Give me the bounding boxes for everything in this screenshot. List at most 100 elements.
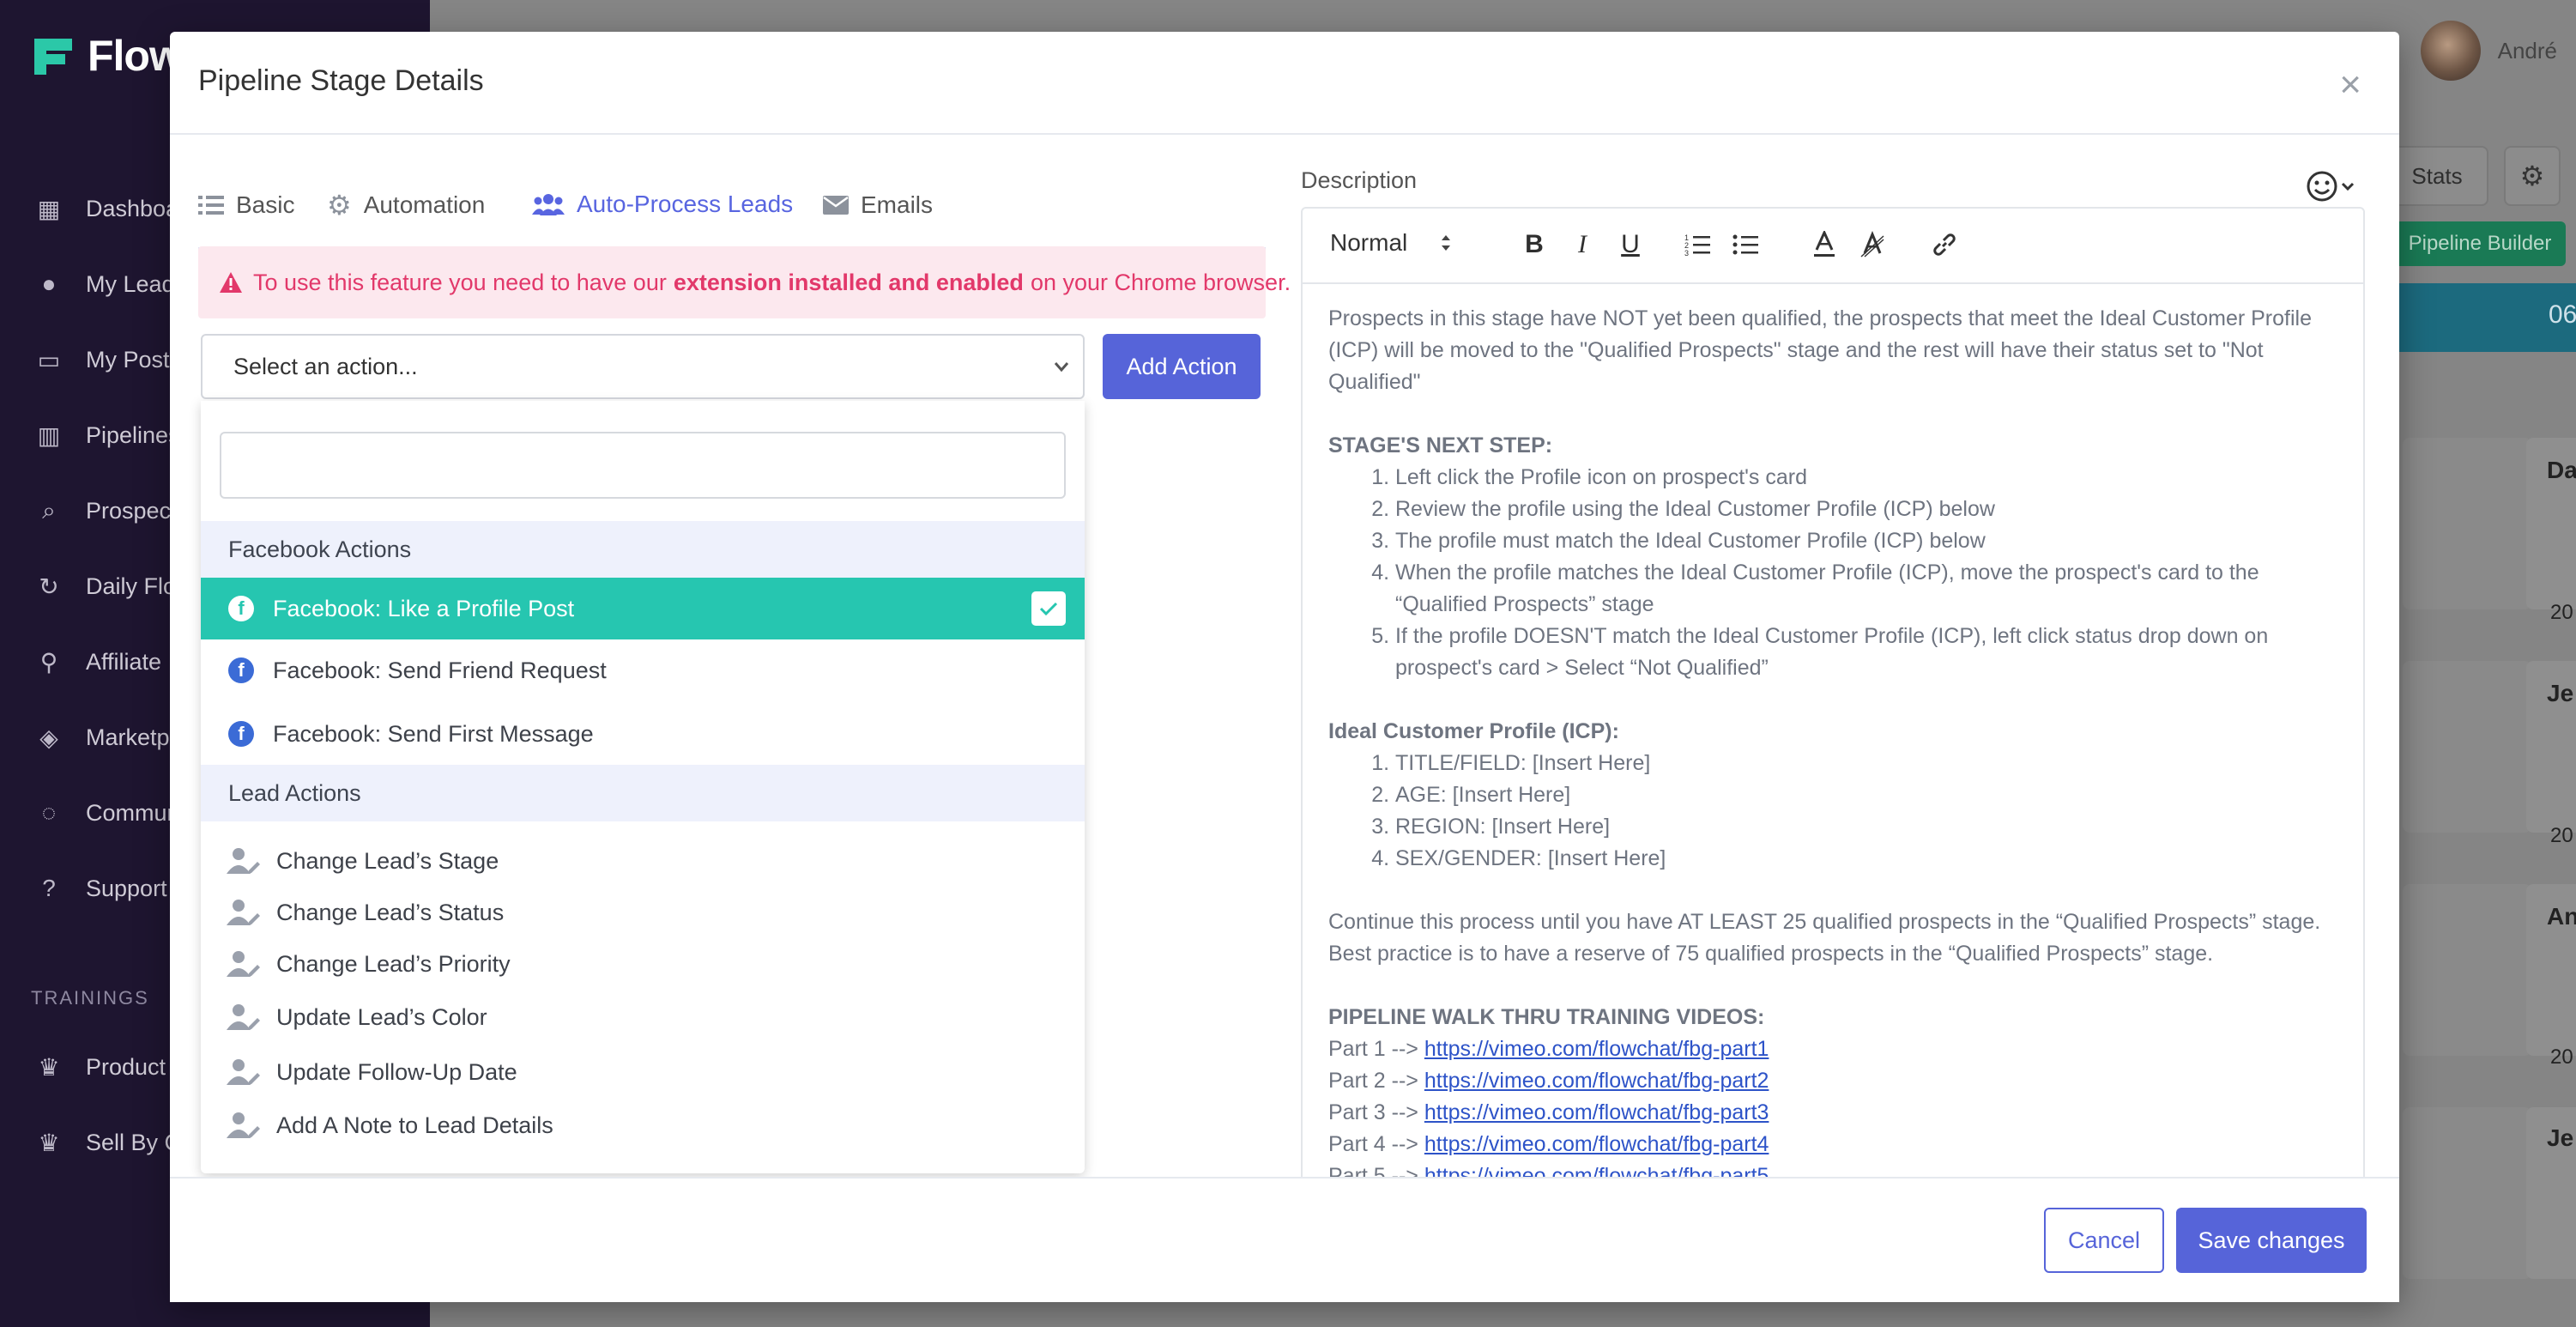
- list-item: Left click the Profile icon on prospect'…: [1395, 462, 2337, 494]
- sidebar-item-sell-by[interactable]: ♛ Sell By C: [34, 1128, 181, 1157]
- alert-text-bold: extension installed and enabled: [673, 269, 1024, 295]
- modal-tabs: Basic ⚙ Automation Auto-Process Leads Em…: [198, 161, 1266, 251]
- sidebar-item-support[interactable]: ? Support: [34, 874, 166, 903]
- bold-button[interactable]: B: [1517, 227, 1551, 262]
- ordered-list-icon: 123: [1684, 233, 1710, 257]
- tab-basic[interactable]: Basic: [198, 161, 294, 250]
- alert-text-suffix: on your Chrome browser.: [1030, 269, 1291, 295]
- envelope-icon: [823, 196, 849, 215]
- add-action-button[interactable]: Add Action: [1103, 334, 1261, 399]
- lead-card-year: 20: [2550, 1045, 2573, 1069]
- underline-button[interactable]: U: [1613, 227, 1648, 262]
- lead-card-year: 20: [2550, 601, 2573, 624]
- description-editor[interactable]: Normal B I U 123 Prospects in this stage…: [1301, 207, 2365, 1211]
- user-edit-icon: [227, 848, 260, 874]
- video-prefix: Part 2 -->: [1328, 1069, 1418, 1093]
- option-label: Add A Note to Lead Details: [276, 1112, 553, 1138]
- video-link[interactable]: https://vimeo.com/flowchat/fbg-part4: [1424, 1132, 1769, 1156]
- gear-icon: ⚙: [2519, 161, 2545, 191]
- sidebar-item-label: Pipelines: [86, 421, 180, 448]
- sidebar-item-daily-flow[interactable]: ↻ Daily Flow: [34, 572, 192, 601]
- editor-toolbar: Normal B I U 123: [1303, 209, 2363, 284]
- tab-label: Automation: [363, 191, 486, 218]
- option-label: Update Lead’s Color: [276, 1003, 487, 1030]
- tab-auto-process-leads[interactable]: Auto-Process Leads: [532, 161, 794, 251]
- tab-emails[interactable]: Emails: [823, 161, 933, 250]
- option-facebook-first-message[interactable]: f Facebook: Send First Message: [201, 703, 1085, 765]
- lead-card[interactable]: [2403, 1107, 2531, 1279]
- sidebar-item-label: My Posts: [86, 346, 182, 373]
- user-edit-icon: [227, 951, 260, 977]
- option-facebook-like-post[interactable]: f Facebook: Like a Profile Post: [201, 578, 1085, 639]
- option-add-note[interactable]: Add A Note to Lead Details: [201, 1094, 1085, 1156]
- modal-footer: Cancel Save changes: [170, 1177, 2399, 1302]
- stats-label: Stats: [2411, 162, 2463, 189]
- text-color-icon: [1814, 231, 1835, 257]
- list-item: If the profile DOESN'T match the Ideal C…: [1395, 621, 2337, 684]
- cancel-button[interactable]: Cancel: [2044, 1208, 2164, 1273]
- sidebar-item-prospects[interactable]: ⌕ Prospects: [34, 496, 189, 525]
- next-step-heading: STAGE'S NEXT STEP:: [1328, 433, 1553, 457]
- user-edit-icon: [227, 900, 260, 925]
- tab-automation[interactable]: ⚙ Automation: [327, 161, 485, 250]
- emoji-picker-button[interactable]: [2305, 169, 2356, 203]
- sidebar-item-my-posts[interactable]: ▭ My Posts: [34, 345, 181, 374]
- option-label: Change Lead’s Stage: [276, 847, 499, 874]
- close-button[interactable]: ×: [2339, 66, 2361, 104]
- heading-select[interactable]: Normal: [1330, 229, 1452, 257]
- user-menu[interactable]: André: [2420, 21, 2557, 81]
- description-label: Description: [1301, 167, 1418, 193]
- tag-icon: ◈: [39, 724, 58, 751]
- sidebar-item-pipelines[interactable]: ▥ Pipelines: [34, 421, 180, 450]
- action-search-input[interactable]: [220, 432, 1066, 499]
- sidebar-item-product[interactable]: ♛ Product: [34, 1052, 166, 1082]
- heading-select-value: Normal: [1330, 229, 1408, 256]
- italic-button[interactable]: I: [1565, 227, 1599, 262]
- description-intro: Prospects in this stage have NOT yet bee…: [1328, 306, 2312, 394]
- save-changes-button[interactable]: Save changes: [2176, 1208, 2367, 1273]
- video-link[interactable]: https://vimeo.com/flowchat/fbg-part2: [1424, 1069, 1769, 1093]
- help-icon: ?: [42, 875, 56, 901]
- modal-header: Pipeline Stage Details ×: [170, 32, 2399, 135]
- video-link[interactable]: https://vimeo.com/flowchat/fbg-part3: [1424, 1100, 1769, 1124]
- video-line: Part 1 --> https://vimeo.com/flowchat/fb…: [1328, 1033, 2337, 1065]
- svg-text:3: 3: [1684, 249, 1689, 257]
- option-label: Update Follow-Up Date: [276, 1058, 517, 1085]
- sidebar-item-my-leads[interactable]: ● My Leads: [34, 270, 187, 299]
- lead-card[interactable]: [2403, 438, 2531, 609]
- video-link[interactable]: https://vimeo.com/flowchat/fbg-part1: [1424, 1037, 1769, 1061]
- bullet-list-button[interactable]: [1728, 227, 1763, 262]
- background-color-button[interactable]: [1855, 227, 1890, 262]
- list-item: REGION: [Insert Here]: [1395, 811, 2337, 843]
- logo-icon: [34, 39, 72, 75]
- trophy-icon: ♛: [38, 1129, 60, 1156]
- user-edit-icon: [227, 1059, 260, 1085]
- settings-button[interactable]: ⚙: [2504, 146, 2561, 206]
- stats-button[interactable]: Stats: [2386, 146, 2488, 206]
- option-facebook-friend-request[interactable]: f Facebook: Send Friend Request: [201, 639, 1085, 701]
- option-update-lead-color[interactable]: Update Lead’s Color: [201, 986, 1085, 1048]
- sidebar-item-label: Sell By C: [86, 1129, 182, 1155]
- pipeline-stage-modal: Pipeline Stage Details × Basic ⚙ Automat…: [170, 32, 2399, 1302]
- continue-text: Continue this process until you have AT …: [1328, 910, 2321, 966]
- editor-content[interactable]: Prospects in this stage have NOT yet bee…: [1328, 303, 2337, 1192]
- sidebar-item-affiliate[interactable]: ⚲ Affiliate: [34, 647, 161, 676]
- modal-title: Pipeline Stage Details: [198, 64, 484, 97]
- user-icon: ●: [41, 270, 57, 297]
- users-icon: [532, 192, 565, 216]
- bullet-list-icon: [1732, 234, 1758, 255]
- sidebar-item-label: Affiliate: [86, 648, 162, 675]
- action-select[interactable]: Select an action...: [201, 334, 1085, 399]
- pipeline-builder-button[interactable]: Pipeline Builder: [2394, 221, 2566, 266]
- chevron-down-icon: [1052, 354, 1071, 386]
- text-color-button[interactable]: [1807, 227, 1841, 262]
- lead-card[interactable]: [2403, 884, 2531, 1056]
- lead-card[interactable]: [2403, 661, 2531, 833]
- ordered-list-button[interactable]: 123: [1680, 227, 1714, 262]
- sidebar-item-label: Product: [86, 1053, 166, 1080]
- lead-card-name: Je: [2547, 1124, 2574, 1151]
- icp-list: TITLE/FIELD: [Insert Here] AGE: [Insert …: [1328, 748, 2337, 875]
- app-logo[interactable]: Flow: [31, 31, 183, 81]
- link-button[interactable]: [1927, 227, 1962, 262]
- option-label: Facebook: Send First Message: [273, 720, 594, 747]
